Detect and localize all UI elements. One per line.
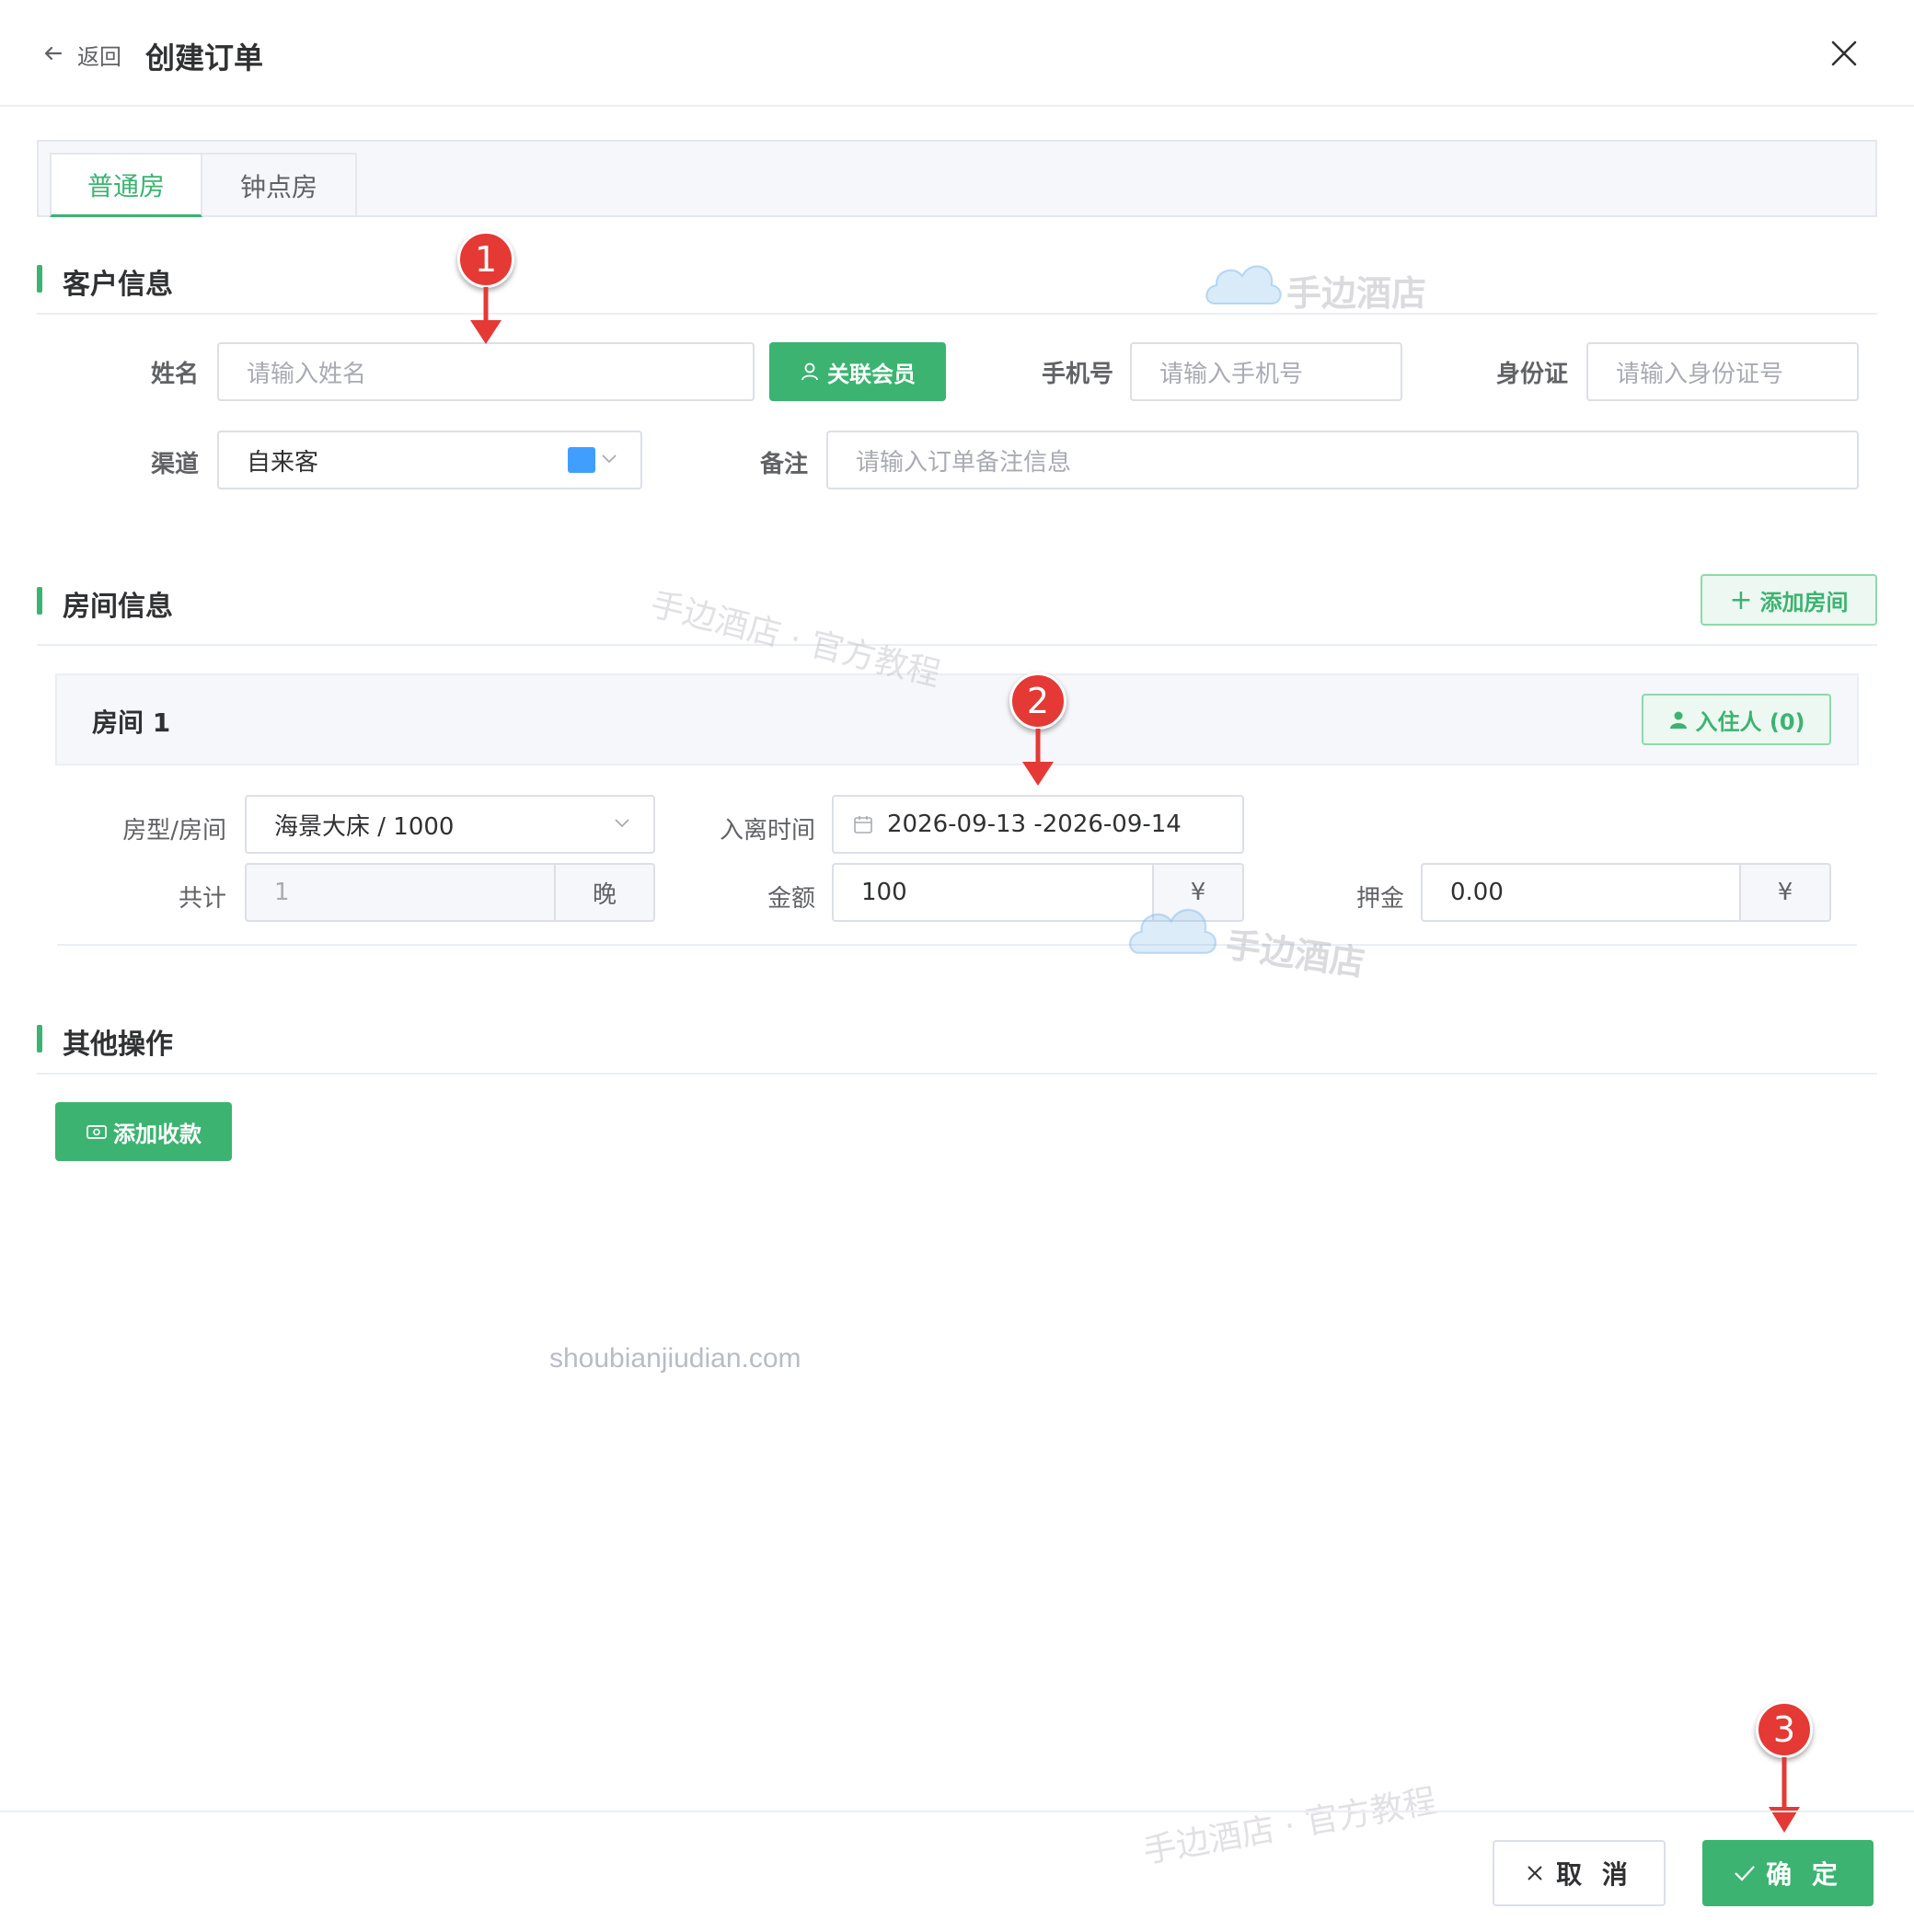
room-card-header — [55, 673, 1859, 765]
user-icon — [1669, 711, 1687, 729]
channel-color-swatch[interactable] — [568, 447, 595, 473]
page-title: 创建订单 — [145, 40, 264, 75]
section-marker — [37, 265, 42, 293]
cloud-logo-icon — [1128, 908, 1217, 955]
section-title-room: 房间信息 — [63, 591, 173, 623]
tab-hourly-room[interactable]: 钟点房 — [202, 153, 357, 217]
divider — [37, 644, 1877, 646]
phone-label: 手机号 — [1041, 361, 1113, 388]
back-arrow-icon[interactable] — [40, 40, 66, 66]
remark-label: 备注 — [759, 451, 808, 478]
cancel-button[interactable]: 取 消 — [1493, 1840, 1666, 1906]
room-type-select[interactable]: 海景大床 / 1000 — [245, 795, 655, 854]
guests-label: 入住人 (0) — [1695, 708, 1805, 735]
footer-divider — [0, 1811, 1914, 1812]
total-label: 共计 — [178, 885, 226, 913]
annotation-badge-2: 2 — [1009, 673, 1067, 730]
annotation-badge-1: 1 — [457, 231, 514, 288]
name-input[interactable]: 请输入姓名 — [217, 342, 755, 401]
arrow-down-icon — [1022, 729, 1054, 786]
arrow-down-icon — [470, 287, 502, 344]
phone-input[interactable]: 请输入手机号 — [1130, 342, 1402, 401]
section-marker — [37, 587, 42, 615]
brand-watermark: 手边酒店 — [1223, 924, 1367, 984]
amount-input[interactable]: 100 — [832, 863, 1154, 922]
remark-input[interactable]: 请输入订单备注信息 — [826, 431, 1859, 489]
guests-button[interactable]: 入住人 (0) — [1642, 694, 1831, 745]
close-icon[interactable] — [1828, 37, 1861, 70]
divider — [37, 313, 1877, 315]
link-member-button[interactable]: 关联会员 — [769, 342, 946, 401]
section-title-customer: 客户信息 — [63, 269, 173, 301]
plus-icon: + — [1729, 583, 1753, 616]
divider — [37, 1073, 1877, 1075]
arrow-down-icon — [1769, 1757, 1800, 1833]
cancel-label: 取 消 — [1556, 1859, 1633, 1890]
site-watermark: shoubianjiudian.com — [549, 1343, 801, 1374]
deposit-currency: ¥ — [1741, 863, 1831, 922]
divider — [57, 944, 1857, 946]
deposit-input[interactable]: 0.00 — [1421, 863, 1741, 922]
section-marker — [37, 1025, 42, 1052]
money-icon — [86, 1125, 107, 1139]
nights-unit: 晚 — [556, 863, 655, 922]
name-label: 姓名 — [150, 361, 199, 388]
close-icon — [1528, 1866, 1542, 1880]
amount-label: 金额 — [767, 885, 815, 913]
stay-date-range-value: 2026-09-13 -2026-09-14 — [887, 811, 1182, 838]
check-icon — [1735, 1866, 1755, 1881]
user-icon — [801, 362, 818, 381]
link-member-label: 关联会员 — [827, 361, 916, 387]
room-card-title: 房间 1 — [92, 707, 171, 738]
stay-date-range-input[interactable]: 2026-09-13 -2026-09-14 — [832, 795, 1244, 854]
tutorial-watermark: 手边酒店 · 官方教程 — [1140, 1782, 1440, 1871]
tab-standard-room[interactable]: 普通房 — [50, 153, 202, 217]
back-link[interactable]: 返回 — [77, 39, 121, 71]
chevron-down-icon — [602, 454, 617, 464]
annotation-badge-3: 3 — [1756, 1701, 1813, 1758]
calendar-icon — [854, 816, 872, 834]
add-payment-button[interactable]: 添加收款 — [55, 1102, 232, 1161]
brand-watermark: 手边酒店 — [1286, 273, 1427, 314]
chevron-down-icon — [615, 819, 629, 828]
add-room-button[interactable]: + 添加房间 — [1701, 574, 1877, 626]
id-label: 身份证 — [1495, 361, 1568, 388]
channel-label: 渠道 — [150, 451, 199, 478]
room-type-label: 房型/房间 — [122, 817, 226, 845]
cloud-logo-icon — [1205, 265, 1282, 305]
add-payment-label: 添加收款 — [113, 1121, 202, 1147]
room-type-value: 海景大床 / 1000 — [274, 812, 455, 841]
add-room-label: 添加房间 — [1759, 589, 1849, 615]
total-nights-input: 1 — [245, 863, 556, 922]
id-card-input[interactable]: 请输入身份证号 — [1586, 342, 1859, 401]
confirm-label: 确 定 — [1766, 1859, 1843, 1890]
deposit-label: 押金 — [1355, 885, 1404, 913]
section-title-other: 其他操作 — [63, 1029, 173, 1061]
confirm-button[interactable]: 确 定 — [1702, 1840, 1874, 1906]
channel-value: 自来客 — [247, 448, 319, 477]
stay-time-label: 入离时间 — [719, 817, 815, 845]
page-header — [0, 0, 1914, 107]
